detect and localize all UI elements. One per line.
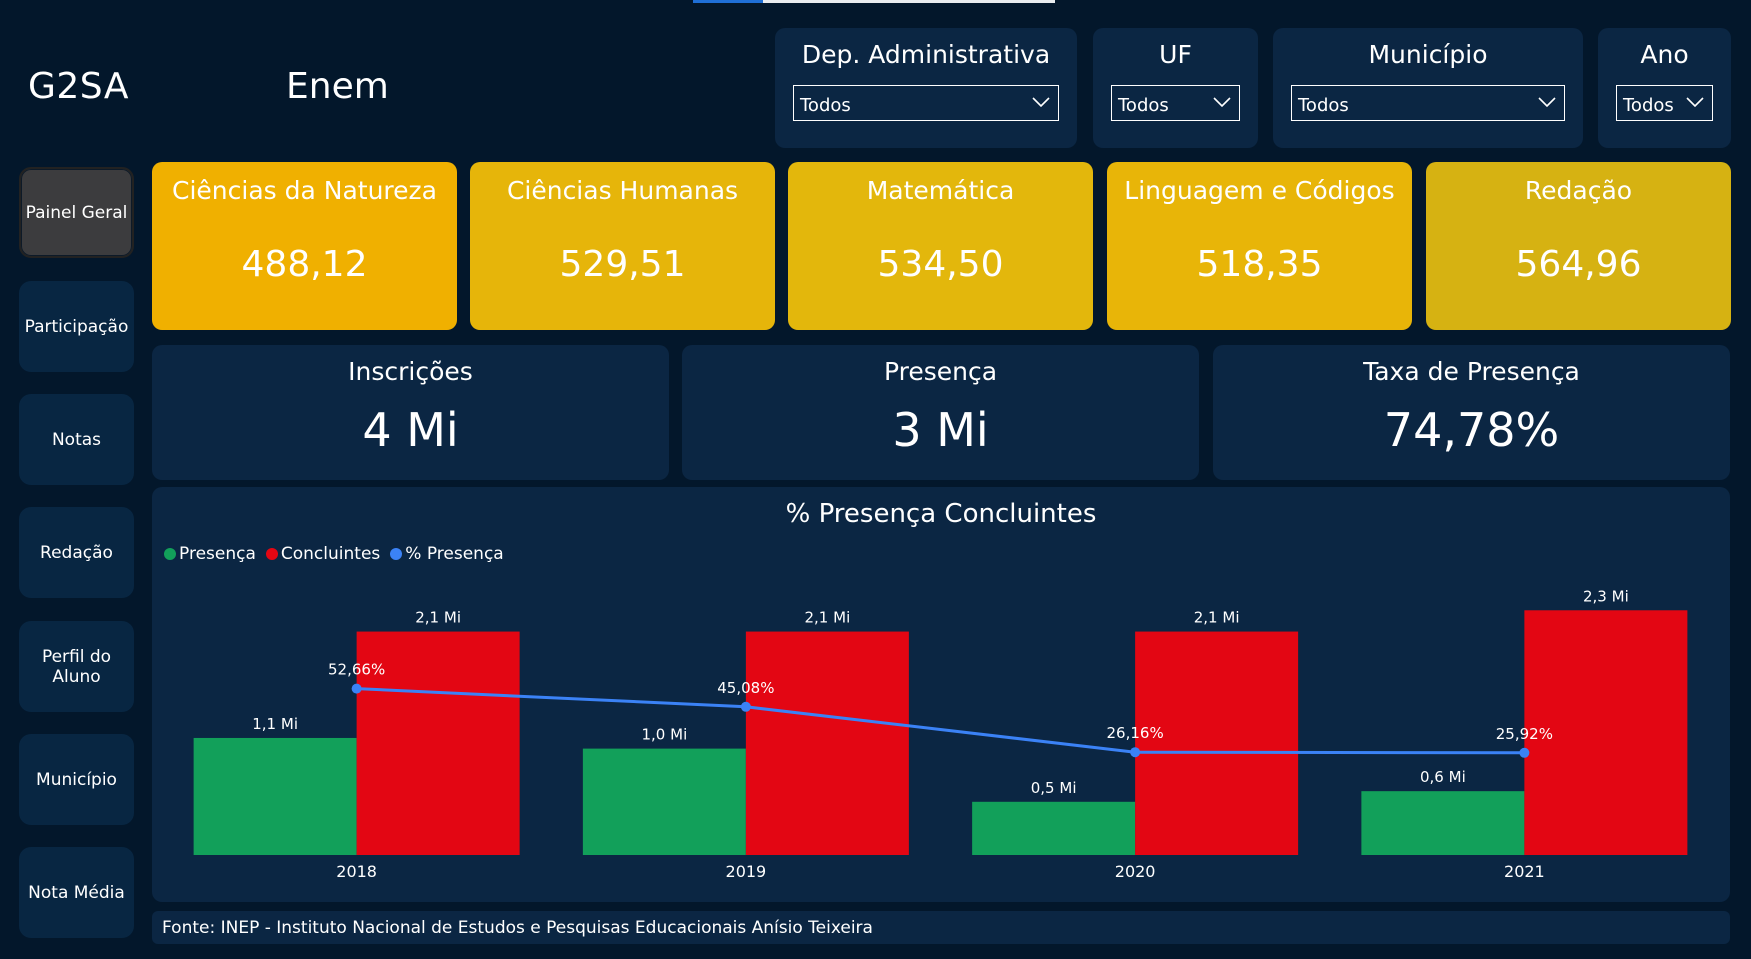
- nav-municipio[interactable]: Município: [19, 734, 134, 825]
- kpi-label: Linguagem e Códigos: [1124, 176, 1395, 205]
- bar-presença-2018: [193, 737, 357, 855]
- chevron-down-icon: [1213, 97, 1231, 107]
- chart-panel: % Presença Concluintes Presença Concluin…: [152, 487, 1730, 902]
- line-data-label: 25,92%: [1496, 725, 1553, 743]
- stat-value: 3 Mi: [892, 403, 989, 457]
- kpi-linguagem-codigos: Linguagem e Códigos 518,35: [1107, 162, 1412, 330]
- dropdown-value: Todos: [800, 95, 851, 116]
- kpi-value: 564,96: [1515, 244, 1642, 285]
- dropdown-value: Todos: [1298, 95, 1349, 116]
- municipio-dropdown[interactable]: Todos: [1291, 85, 1565, 121]
- nav-painel-geral[interactable]: Painel Geral: [19, 167, 134, 258]
- ano-dropdown[interactable]: Todos: [1616, 85, 1713, 121]
- nav-label: Redação: [40, 542, 113, 563]
- x-tick-label: 2021: [1504, 862, 1545, 881]
- nav-nota-media[interactable]: Nota Média: [19, 847, 134, 938]
- data-label: 0,5 Mi: [1031, 779, 1077, 797]
- page-tab-indicator-active: [693, 0, 763, 3]
- bar-presença-2019: [582, 748, 746, 855]
- filter-label: Município: [1368, 40, 1488, 69]
- filter-uf: UF Todos: [1093, 28, 1258, 148]
- filter-municipio: Município Todos: [1273, 28, 1583, 148]
- bar-concluintes-2019: [745, 631, 909, 855]
- nav-participacao[interactable]: Participação: [19, 281, 134, 372]
- data-label: 2,1 Mi: [1194, 609, 1240, 627]
- data-label: 0,6 Mi: [1420, 768, 1466, 786]
- line-point-2018: [351, 683, 362, 694]
- filter-ano: Ano Todos: [1598, 28, 1731, 148]
- bar-presença-2020: [972, 801, 1136, 855]
- stat-presenca: Presença 3 Mi: [682, 345, 1199, 480]
- bar-concluintes-2020: [1135, 631, 1299, 855]
- x-tick-label: 2020: [1115, 862, 1156, 881]
- filter-label: Ano: [1640, 40, 1689, 69]
- line-point-2020: [1130, 747, 1141, 758]
- nav-label: Nota Média: [28, 882, 125, 903]
- kpi-value: 534,50: [877, 244, 1004, 285]
- dropdown-value: Todos: [1118, 95, 1169, 116]
- data-label: 2,3 Mi: [1583, 587, 1629, 605]
- x-tick-label: 2018: [336, 862, 377, 881]
- kpi-value: 488,12: [241, 244, 368, 285]
- dropdown-value: Todos: [1623, 95, 1674, 116]
- kpi-label: Ciências Humanas: [506, 176, 739, 205]
- nav-label: Perfil do Aluno: [41, 646, 112, 687]
- nav-redacao[interactable]: Redação: [19, 507, 134, 598]
- chevron-down-icon: [1538, 97, 1556, 107]
- kpi-label: Matemática: [866, 176, 1015, 205]
- stat-value: 74,78%: [1383, 403, 1560, 457]
- chart-plot: 1,1 Mi 2,1 Mi 2018 1,0 Mi 2,1 Mi 2019 0,5 Mi 2,…: [193, 587, 1688, 881]
- kpi-label: Redação: [1524, 176, 1633, 205]
- page-tab-indicator: [763, 0, 1055, 3]
- kpi-value: 518,35: [1196, 244, 1323, 285]
- data-label: 1,1 Mi: [252, 715, 298, 733]
- x-tick-label: 2019: [726, 862, 767, 881]
- line-pct-presenca: [356, 687, 1525, 755]
- filter-label: UF: [1159, 40, 1192, 69]
- kpi-redacao: Redação 564,96: [1426, 162, 1731, 330]
- kpi-ciencias-humanas: Ciências Humanas 529,51: [470, 162, 775, 330]
- data-label: 2,1 Mi: [415, 609, 461, 627]
- app-logo: G2SA: [28, 66, 129, 107]
- kpi-ciencias-natureza: Ciências da Natureza 488,12: [152, 162, 457, 330]
- data-label: 1,0 Mi: [642, 726, 688, 744]
- footer-source: Fonte: INEP - Instituto Nacional de Estu…: [152, 911, 1730, 944]
- nav-label: Município: [36, 769, 117, 790]
- kpi-value: 529,51: [559, 244, 686, 285]
- page-title: Enem: [286, 66, 389, 107]
- line-data-label: 45,08%: [717, 679, 774, 697]
- stat-value: 4 Mi: [362, 403, 459, 457]
- kpi-matematica: Matemática 534,50: [788, 162, 1093, 330]
- uf-dropdown[interactable]: Todos: [1111, 85, 1240, 121]
- kpi-label: Ciências da Natureza: [172, 176, 437, 205]
- nav-perfil-do-aluno[interactable]: Perfil do Aluno: [19, 621, 134, 712]
- stat-inscricoes: Inscrições 4 Mi: [152, 345, 669, 480]
- stat-label: Inscrições: [348, 357, 473, 386]
- line-data-label: 26,16%: [1107, 724, 1164, 742]
- line-point-2021: [1519, 747, 1530, 758]
- dep-administrativa-dropdown[interactable]: Todos: [793, 85, 1059, 121]
- filter-dep-administrativa: Dep. Administrativa Todos: [775, 28, 1077, 148]
- stat-taxa-presenca: Taxa de Presença 74,78%: [1213, 345, 1730, 480]
- line-data-label: 52,66%: [328, 661, 385, 679]
- stat-label: Taxa de Presença: [1363, 357, 1580, 386]
- chevron-down-icon: [1686, 97, 1704, 107]
- data-label: 2,1 Mi: [805, 609, 851, 627]
- nav-notas[interactable]: Notas: [19, 394, 134, 485]
- filter-label: Dep. Administrativa: [801, 40, 1051, 69]
- nav-label: Participação: [24, 316, 129, 337]
- stat-label: Presença: [883, 357, 998, 386]
- line-point-2019: [740, 701, 751, 712]
- nav-label: Notas: [51, 429, 102, 450]
- nav-label: Painel Geral: [25, 202, 128, 223]
- bar-presença-2021: [1361, 791, 1525, 855]
- chevron-down-icon: [1032, 97, 1050, 107]
- source-text: Fonte: INEP - Instituto Nacional de Estu…: [162, 918, 873, 938]
